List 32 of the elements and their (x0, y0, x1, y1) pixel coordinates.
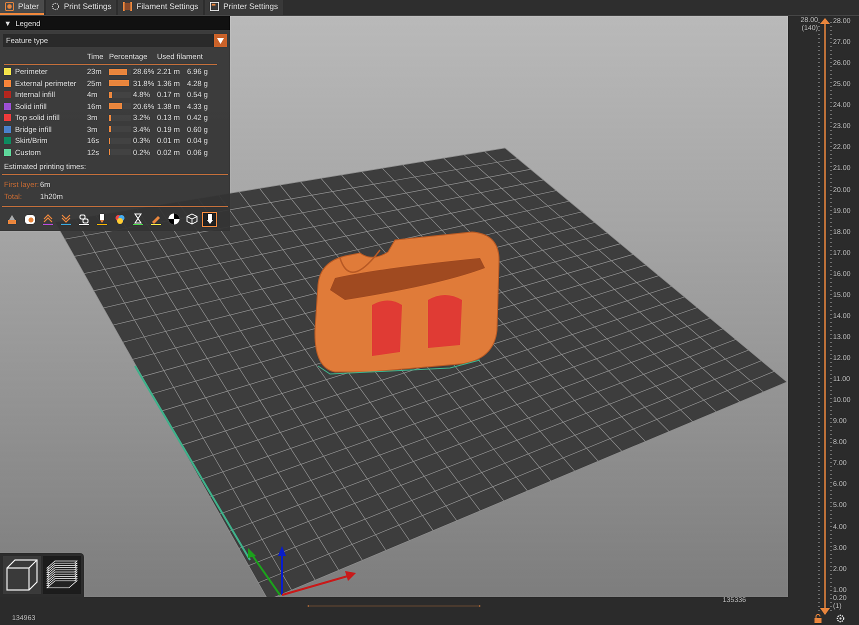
toolbar-button[interactable] (76, 212, 91, 226)
shell-icon (24, 213, 36, 225)
printhead-icon (6, 213, 18, 225)
tab[interactable]: Print Settings (46, 0, 116, 15)
arrows-down-icon (60, 213, 72, 225)
toolbar-button[interactable] (166, 212, 181, 226)
gear-icon (50, 2, 60, 11)
cube-icon (186, 213, 198, 225)
tab[interactable]: Printer Settings (205, 0, 283, 15)
hourglass-icon (132, 213, 144, 225)
tab[interactable]: Filament Settings (118, 0, 204, 15)
lock-icon[interactable] (814, 614, 822, 623)
view-button[interactable] (3, 556, 41, 594)
axes-icon (248, 546, 356, 596)
toolbar-button[interactable] (202, 212, 217, 226)
arrows-up-icon (42, 213, 54, 225)
nozzle-icon (96, 213, 108, 225)
pencil-icon (150, 213, 162, 225)
printer-icon (210, 2, 220, 11)
plater-icon (5, 2, 14, 11)
cube-icon (5, 558, 39, 592)
checker-circle-icon (168, 213, 180, 225)
toolbar-button[interactable] (94, 212, 109, 226)
chain-icon (78, 213, 90, 225)
view-button[interactable] (43, 556, 81, 594)
color-circles-icon (114, 213, 126, 225)
spool-icon (123, 2, 132, 11)
toolbar-button[interactable] (130, 212, 145, 226)
toolbar-button[interactable] (184, 212, 199, 226)
settings-icon[interactable] (836, 614, 845, 623)
tab[interactable]: Plater (0, 0, 44, 15)
layer-slider[interactable] (818, 16, 832, 616)
